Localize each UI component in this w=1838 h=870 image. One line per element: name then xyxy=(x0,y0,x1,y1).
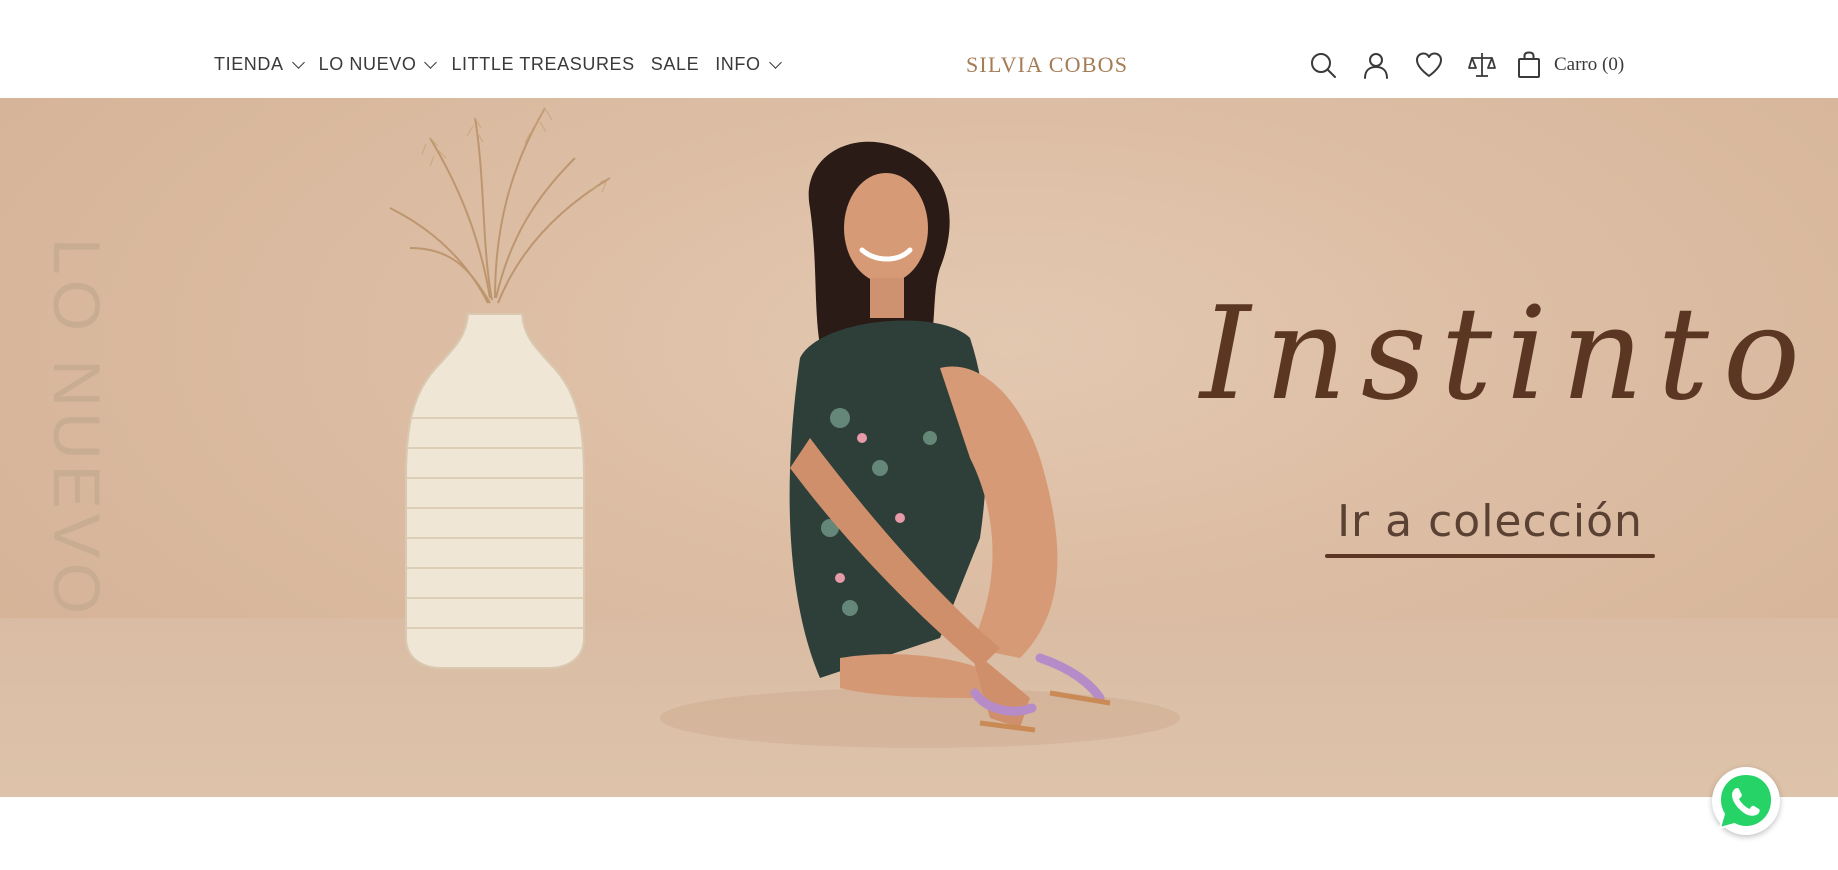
nav-item-label: INFO xyxy=(715,54,761,74)
chevron-down-icon xyxy=(424,55,438,69)
hero-title: Instinto xyxy=(1200,280,1814,429)
nav-item-sale[interactable]: SALE xyxy=(651,54,699,75)
search-icon[interactable] xyxy=(1306,48,1340,82)
shopping-bag-icon xyxy=(1518,51,1540,78)
main-nav: TIENDA LO NUEVO LITTLE TREASURES SALE IN… xyxy=(214,54,796,75)
header-tools: Carro (0) xyxy=(1306,48,1624,82)
scale-icon[interactable] xyxy=(1465,48,1499,82)
hero-vertical-label-text: LO NUEVO xyxy=(40,238,114,620)
hero-banner[interactable]: LO NUEVO Instinto Ir a colección xyxy=(0,98,1838,797)
model-photo xyxy=(660,141,1180,748)
whatsapp-button[interactable] xyxy=(1712,767,1780,835)
chevron-down-icon xyxy=(291,55,305,69)
nav-item-label: TIENDA xyxy=(214,54,284,74)
nav-item-little-treasures[interactable]: LITTLE TREASURES xyxy=(451,54,634,75)
heart-icon[interactable] xyxy=(1412,48,1446,82)
nav-item-label: LO NUEVO xyxy=(318,54,417,74)
hero-cta-label: Ir a colección xyxy=(1337,496,1643,547)
nav-item-lo-nuevo[interactable]: LO NUEVO xyxy=(318,54,438,75)
cart-label: Carro (0) xyxy=(1554,54,1625,75)
hero-vertical-label: LO NUEVO xyxy=(40,238,118,658)
site-logo[interactable]: SILVIA COBOS xyxy=(966,52,1128,78)
site-header: TIENDA LO NUEVO LITTLE TREASURES SALE IN… xyxy=(0,0,1838,98)
nav-item-label: LITTLE TREASURES xyxy=(451,54,635,74)
hero-cta-underline xyxy=(1325,554,1655,558)
nav-item-info[interactable]: INFO xyxy=(715,54,782,75)
vase-illustration xyxy=(389,107,611,669)
nav-item-tienda[interactable]: TIENDA xyxy=(214,54,305,75)
cart-link[interactable]: Carro (0) xyxy=(1516,51,1624,79)
hero-cta-link[interactable]: Ir a colección xyxy=(1325,496,1655,558)
whatsapp-icon xyxy=(1718,772,1774,830)
chevron-down-icon xyxy=(768,55,782,69)
nav-item-label: SALE xyxy=(650,54,700,74)
user-icon[interactable] xyxy=(1359,48,1393,82)
